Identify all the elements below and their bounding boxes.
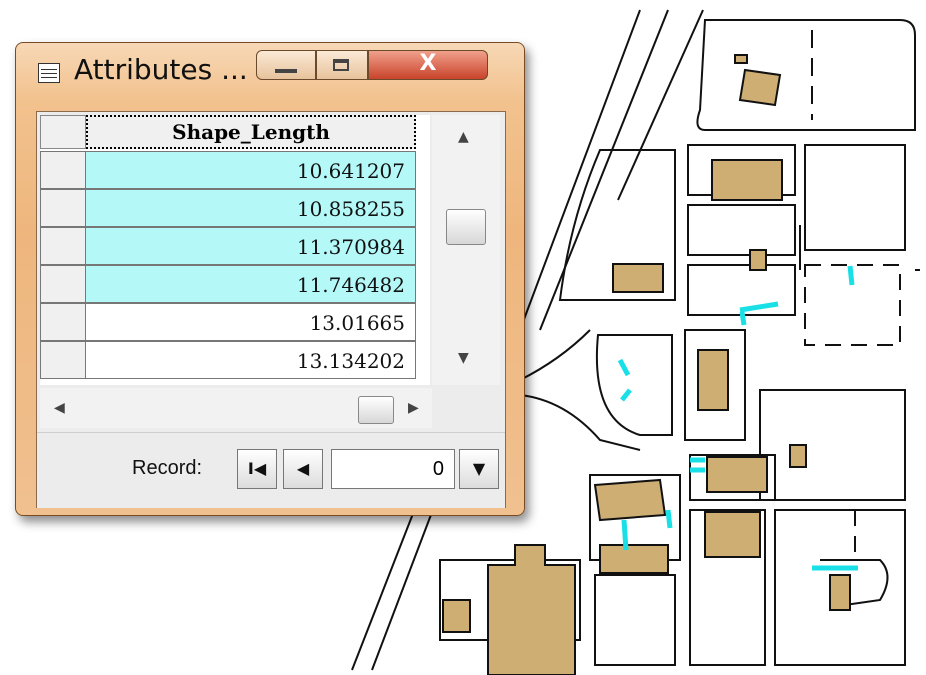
shape-length-cell[interactable]: 13.134202 [86, 341, 416, 379]
minimize-button[interactable] [256, 50, 316, 80]
previous-record-button[interactable]: ◀ [283, 449, 323, 489]
selected-feature [617, 358, 631, 377]
shape-length-cell[interactable]: 13.01665 [86, 303, 416, 341]
title-bar[interactable]: Attributes ... X [16, 43, 524, 105]
shape-length-cell[interactable]: 11.370984 [86, 227, 416, 265]
vertical-scrollbar[interactable]: ▲ ▼ [432, 115, 500, 385]
building [749, 249, 767, 271]
building [704, 511, 761, 558]
selected-feature [621, 519, 629, 551]
building [442, 599, 471, 633]
row-selector[interactable] [40, 341, 86, 379]
window-title: Attributes ... [74, 53, 248, 86]
building [829, 574, 851, 611]
building [487, 544, 576, 675]
dropdown-arrow-icon: ▼ [472, 459, 486, 478]
record-number-input[interactable]: 0 [331, 449, 455, 489]
attribute-table: Shape_Length 10.641207 10.858255 11.370984… [40, 115, 430, 385]
building [612, 263, 664, 293]
block-outline [687, 204, 796, 256]
column-header-shape-length[interactable]: Shape_Length [86, 115, 416, 149]
selected-feature [665, 509, 673, 529]
selected-feature [620, 388, 632, 402]
row-selector[interactable] [40, 227, 86, 265]
scroll-right-icon[interactable]: ▶ [408, 400, 419, 416]
table-row[interactable]: 13.134202 [40, 341, 416, 379]
table-row[interactable]: 11.746482 [40, 265, 416, 303]
vertical-scroll-thumb[interactable] [446, 209, 486, 245]
shape-length-cell[interactable]: 10.641207 [86, 151, 416, 189]
table-row[interactable]: 13.01665 [40, 303, 416, 341]
block-outline [594, 574, 676, 666]
row-selector[interactable] [40, 265, 86, 303]
record-label: Record: [132, 457, 203, 479]
road-line [519, 329, 591, 381]
row-selector[interactable] [40, 151, 86, 189]
first-record-button[interactable]: I◀ [237, 449, 277, 489]
shape-length-cell[interactable]: 10.858255 [86, 189, 416, 227]
building [599, 544, 669, 574]
horizontal-scrollbar[interactable]: ◀ ▶ [40, 388, 432, 428]
block-outline [759, 389, 906, 501]
selected-feature [847, 265, 855, 286]
building [738, 68, 782, 107]
close-button[interactable]: X [368, 50, 488, 80]
window-client-area: Shape_Length 10.641207 10.858255 11.370984… [36, 111, 506, 508]
previous-record-icon: ◀ [296, 459, 310, 478]
row-selector[interactable] [40, 303, 86, 341]
scroll-left-icon[interactable]: ◀ [54, 400, 65, 416]
table-row[interactable]: 11.370984 [40, 227, 416, 265]
building [711, 159, 783, 201]
first-record-icon: I◀ [247, 459, 267, 478]
table-row[interactable]: 10.641207 [40, 151, 416, 189]
scroll-up-icon[interactable]: ▲ [458, 129, 469, 145]
close-icon: X [419, 51, 437, 76]
maximize-icon [333, 59, 349, 71]
building [789, 444, 807, 468]
minimize-icon [275, 69, 297, 73]
building [734, 54, 748, 64]
block-outline [595, 334, 673, 436]
horizontal-scroll-thumb[interactable] [358, 396, 394, 424]
block-outline [696, 19, 916, 131]
shape-length-cell[interactable]: 11.746482 [86, 265, 416, 303]
table-icon [38, 63, 60, 83]
record-bar: Record: I◀ ◀ 0 ▼ [37, 432, 505, 508]
row-selector[interactable] [40, 189, 86, 227]
block-outline [804, 144, 906, 251]
record-menu-button[interactable]: ▼ [459, 449, 499, 489]
table-row[interactable]: 10.858255 [40, 189, 416, 227]
building [593, 478, 667, 522]
selected-feature [739, 311, 747, 326]
road-line [519, 394, 641, 451]
maximize-button[interactable] [316, 50, 368, 80]
attributes-window[interactable]: Attributes ... X Shape_Length 10.641207 1… [15, 42, 525, 516]
row-selector-header[interactable] [40, 115, 86, 149]
building [706, 456, 768, 493]
building [697, 349, 729, 411]
scroll-down-icon[interactable]: ▼ [458, 350, 469, 366]
selected-feature [739, 301, 779, 313]
